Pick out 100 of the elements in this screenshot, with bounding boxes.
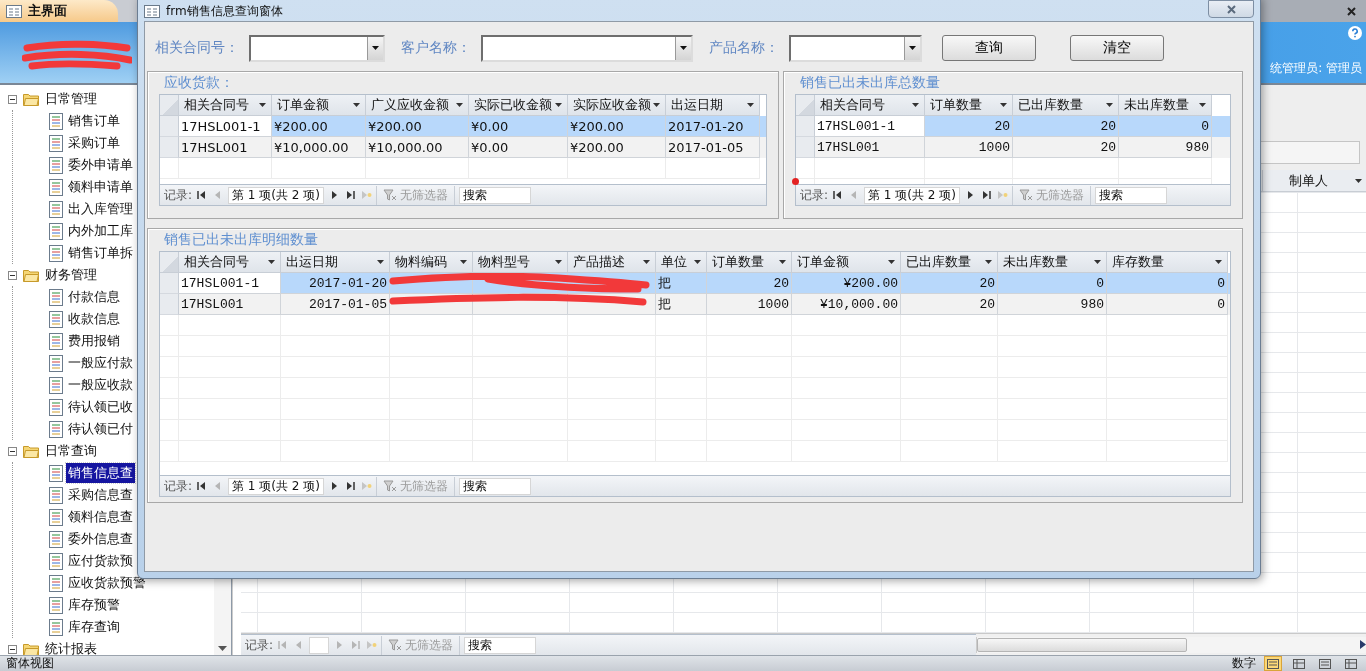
column-header[interactable]: 物料型号 <box>473 252 568 273</box>
record-selector[interactable] <box>160 273 179 294</box>
column-header[interactable]: 订单金额 <box>792 252 901 273</box>
record-position-field[interactable]: 第 1 项(共 2 项) <box>228 186 324 204</box>
collapse-icon[interactable] <box>8 270 17 280</box>
combo-box[interactable] <box>249 34 385 62</box>
main-tab[interactable]: 主界面 <box>0 0 118 22</box>
table-row[interactable]: 17HSL001 2017-01-05 把 1000 ¥10,000.00 20 980 0 <box>160 294 1230 315</box>
new-record-icon[interactable] <box>365 639 378 651</box>
view-button[interactable] <box>1264 656 1282 671</box>
tree-item[interactable]: 采购信息查 <box>66 485 135 505</box>
table-cell: 1000 <box>925 137 1013 158</box>
combo-box[interactable] <box>789 34 922 62</box>
tree-item[interactable]: 内外加工库 <box>66 221 135 241</box>
tree-item[interactable]: 付款信息 <box>66 287 122 307</box>
column-header[interactable]: 相关合同号 <box>815 95 925 116</box>
empty-row[interactable] <box>160 441 1230 462</box>
select-all-corner[interactable] <box>160 252 179 273</box>
record-position-field[interactable]: 第 1 项(共 2 项) <box>228 477 324 495</box>
column-header[interactable]: 已出库数量 <box>901 252 998 273</box>
record-selector[interactable] <box>796 116 815 137</box>
tree-item[interactable]: 领料申请单 <box>66 177 135 197</box>
tree-item[interactable]: 待认领已收 <box>66 397 135 417</box>
search-field[interactable]: 搜索 <box>458 186 531 204</box>
record-selector[interactable] <box>796 137 815 158</box>
tree-item[interactable]: 出入库管理 <box>66 199 135 219</box>
column-header[interactable]: 制单人 <box>1262 170 1366 191</box>
column-header[interactable]: 单位 <box>656 252 707 273</box>
column-header[interactable]: 订单数量 <box>925 95 1013 116</box>
action-button[interactable]: 查询 <box>942 35 1036 61</box>
tree-item[interactable]: 销售信息查 <box>66 463 135 483</box>
collapse-icon[interactable] <box>8 94 17 104</box>
record-selector[interactable] <box>160 116 179 137</box>
tree-item[interactable]: 一般应收款 <box>66 375 135 395</box>
view-button[interactable] <box>1316 656 1334 671</box>
collapse-icon[interactable] <box>8 446 17 456</box>
view-button[interactable] <box>1290 656 1308 671</box>
empty-row[interactable] <box>160 357 1230 378</box>
column-header[interactable]: 库存数量 <box>1107 252 1228 273</box>
column-header[interactable]: 已出库数量 <box>1013 95 1119 116</box>
tree-item[interactable]: 费用报销 <box>66 331 122 351</box>
tree-item[interactable]: 销售订单 <box>66 111 122 131</box>
tree-item[interactable]: 库存查询 <box>66 617 122 637</box>
column-header[interactable]: 订单数量 <box>707 252 792 273</box>
empty-row[interactable] <box>160 378 1230 399</box>
column-header[interactable]: 实际已收金额 <box>469 95 568 116</box>
tree-item[interactable]: 待认领已付 <box>66 419 135 439</box>
table-row[interactable]: 17HSL001 ¥10,000.00 ¥10,000.00 ¥0.00 ¥200.00 2017-01-05 <box>160 137 766 158</box>
caret-icon <box>268 260 275 264</box>
tree-item[interactable]: 采购订单 <box>66 133 122 153</box>
horizontal-scrollbar[interactable] <box>976 636 1366 653</box>
table-row[interactable]: 17HSL001-1 ¥200.00 ¥200.00 ¥0.00 ¥200.00 2017-01-20 <box>160 116 766 137</box>
select-all-corner[interactable] <box>796 95 815 116</box>
form-icon <box>144 4 160 18</box>
tree-item[interactable]: 收款信息 <box>66 309 122 329</box>
tree-item[interactable]: 委外信息查 <box>66 529 135 549</box>
column-header[interactable]: 产品描述 <box>568 252 656 273</box>
scroll-down-icon[interactable] <box>218 646 227 651</box>
search-field[interactable]: 搜索 <box>458 477 531 495</box>
collapse-icon[interactable] <box>8 644 17 654</box>
empty-row[interactable] <box>160 336 1230 357</box>
empty-row[interactable] <box>160 420 1230 441</box>
select-all-corner[interactable] <box>160 95 179 116</box>
record-label: 记录: <box>800 186 829 204</box>
tree-item[interactable]: 委外申请单 <box>66 155 135 175</box>
action-button[interactable]: 清空 <box>1070 35 1164 61</box>
empty-row[interactable] <box>160 399 1230 420</box>
help-icon[interactable] <box>1348 26 1362 40</box>
document-icon <box>49 530 63 548</box>
tree-item[interactable]: 销售订单拆 <box>66 243 135 263</box>
column-header[interactable]: 物料编码 <box>390 252 473 273</box>
search-field[interactable]: 搜索 <box>464 636 537 654</box>
column-header[interactable]: 相关合同号 <box>179 252 281 273</box>
view-button[interactable] <box>1342 656 1360 671</box>
scroll-right-icon[interactable] <box>1360 640 1366 649</box>
close-button[interactable] <box>1208 0 1254 18</box>
record-selector[interactable] <box>160 137 179 158</box>
tree-group[interactable]: 日常查询 <box>8 440 214 462</box>
column-header[interactable]: 订单金额 <box>272 95 366 116</box>
column-header[interactable]: 实际应收金额 <box>568 95 666 116</box>
record-position-field[interactable] <box>309 636 330 654</box>
column-header[interactable]: 出运日期 <box>281 252 390 273</box>
table-row[interactable]: 17HSL001-1 20 20 0 <box>796 116 1230 137</box>
tree-item[interactable]: 库存预警 <box>66 595 122 615</box>
table-row[interactable]: 17HSL001 1000 20 980 <box>796 137 1230 158</box>
column-header[interactable]: 广义应收金额 <box>366 95 469 116</box>
filter-icon <box>388 639 403 651</box>
record-position-field[interactable]: 第 1 项(共 2 项) <box>864 186 960 204</box>
column-header[interactable]: 未出库数量 <box>998 252 1107 273</box>
column-header[interactable]: 相关合同号 <box>179 95 272 116</box>
empty-row[interactable] <box>160 315 1230 336</box>
tree-item[interactable]: 领料信息查 <box>66 507 135 527</box>
tree-item[interactable]: 应付货款预 <box>66 551 135 571</box>
input-field[interactable] <box>1260 141 1360 164</box>
tree-item[interactable]: 一般应付款 <box>66 353 135 373</box>
record-selector[interactable] <box>160 294 179 315</box>
search-field[interactable]: 搜索 <box>1094 186 1167 204</box>
column-header[interactable]: 未出库数量 <box>1119 95 1212 116</box>
column-header[interactable]: 出运日期 <box>666 95 760 116</box>
combo-box[interactable] <box>481 34 693 62</box>
